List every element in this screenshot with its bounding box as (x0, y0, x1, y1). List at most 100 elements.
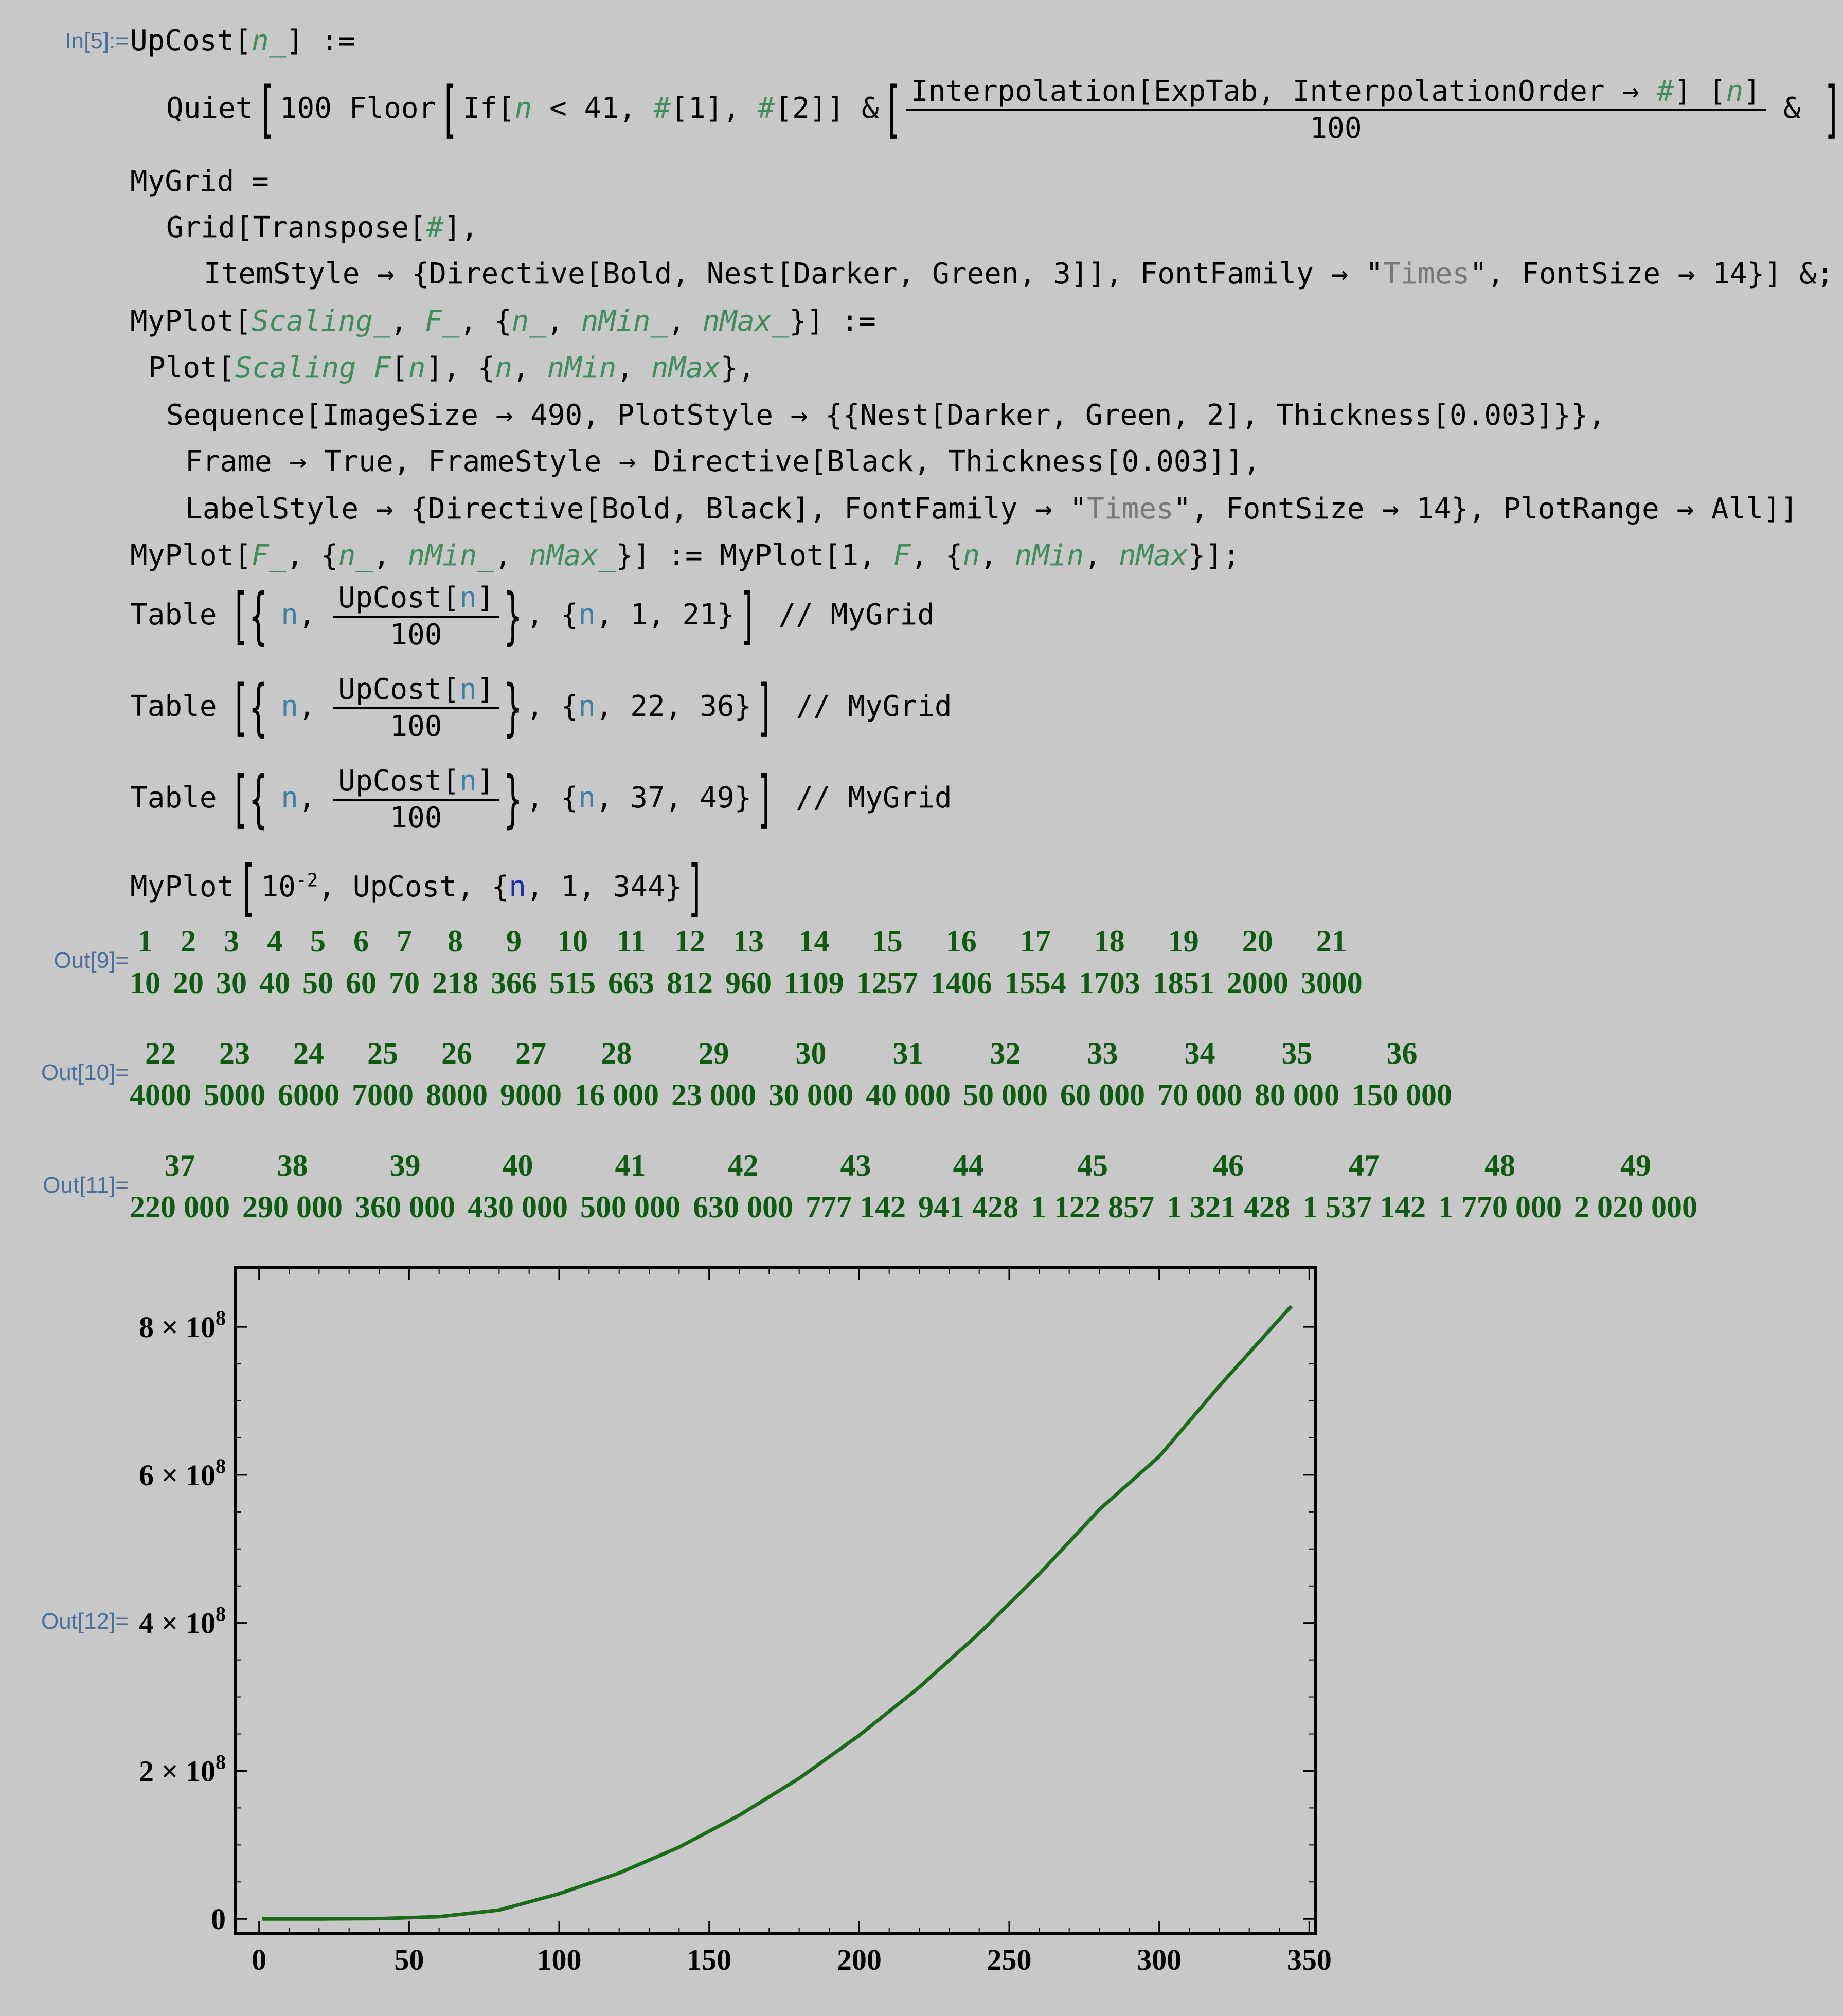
code-line-mygrid[interactable]: MyGrid = (130, 167, 269, 196)
grid-index-cell: 33 (1087, 1036, 1118, 1070)
y-tick-label: 6 × 108 (139, 1454, 226, 1492)
grid-value-cell: 2 020 000 (1574, 1190, 1697, 1224)
grid-value-cell: 1851 (1152, 966, 1214, 1000)
out9-label: Out[9]= (53, 948, 129, 973)
output-grid-2: 22 23 24 25 26 27 28 29 30 31 32 33 34 35 36 4000 5000 60… (123, 1033, 1458, 1116)
grid-value-cell: 290 000 (242, 1190, 343, 1224)
code-line-myplot-def[interactable]: MyPlot[Scaling_, F_, {n_, nMin_, nMax_}]… (130, 307, 876, 336)
grid-index-cell: 40 (502, 1148, 533, 1182)
code-line-labelstyle[interactable]: LabelStyle → {Directive[Bold, Black], Fo… (185, 495, 1798, 524)
plot-frame (234, 1266, 1317, 1935)
grid-value-cell: 430 000 (468, 1190, 568, 1224)
grid-index-cell: 23 (219, 1036, 250, 1070)
grid-value-cell: 1703 (1078, 966, 1140, 1000)
grid-value-cell: 812 (667, 966, 713, 1000)
grid-value-cell: 50 000 (963, 1078, 1048, 1112)
grid-value-cell: 630 000 (693, 1190, 793, 1224)
grid-value-cell: 23 000 (671, 1078, 756, 1112)
grid-index-cell: 24 (293, 1036, 324, 1070)
grid-value-cell: 150 000 (1352, 1078, 1452, 1112)
grid-value-cell: 40 000 (866, 1078, 951, 1112)
grid-value-cell: 50 (302, 966, 333, 1000)
grid-value-cell: 8000 (426, 1078, 488, 1112)
grid-index-cell: 27 (515, 1036, 546, 1070)
code-line-myplot-overload[interactable]: MyPlot[F_, {n_, nMin_, nMax_}] := MyPlot… (130, 542, 1240, 570)
x-tick-label: 100 (537, 1943, 582, 1976)
upcost-fraction: UpCost[n] 100 (333, 675, 499, 741)
grid-index-cell: 46 (1213, 1148, 1244, 1182)
grid-value-cell: 1257 (856, 966, 918, 1000)
code-line-itemstyle[interactable]: ItemStyle → {Directive[Bold, Nest[Darker… (204, 260, 1834, 289)
grid-value-cell: 40 (259, 966, 290, 1000)
grid-value-cell: 500 000 (580, 1190, 681, 1224)
code-line-table-2[interactable]: Table[{n, UpCost[n] 100}, {n, 22, 36}] //… (130, 675, 952, 741)
code-line-table-1[interactable]: Table[{n, UpCost[n] 100}, {n, 1, 21}] // … (130, 584, 935, 650)
y-tick-label: 2 × 108 (139, 1750, 226, 1788)
grid-index-cell: 29 (698, 1036, 729, 1070)
grid-value-cell: 366 (491, 966, 537, 1000)
grid-index-cell: 2 (181, 924, 196, 958)
grid-index-cell: 32 (990, 1036, 1021, 1070)
in5-label: In[5]:= (65, 28, 129, 53)
grid-index-cell: 42 (727, 1148, 759, 1182)
grid-value-cell: 70 000 (1157, 1078, 1242, 1112)
code-line-grid[interactable]: Grid[Transpose[#], (166, 213, 478, 242)
x-tick-label: 200 (837, 1943, 882, 1976)
out12-label: Out[12]= (41, 1609, 129, 1634)
code-line-plot[interactable]: Plot[Scaling F[n], {n, nMin, nMax}, (148, 354, 755, 383)
grid-index-cell: 48 (1484, 1148, 1515, 1182)
code-line-sequence[interactable]: Sequence[ImageSize → 490, PlotStyle → {{… (166, 401, 1605, 430)
grid-value-cell: 1406 (930, 966, 992, 1000)
grid-value-cell: 2000 (1226, 966, 1289, 1000)
grid-index-cell: 18 (1094, 924, 1125, 958)
grid-value-cell: 1 122 857 (1031, 1190, 1154, 1224)
code-line-table-3[interactable]: Table[{n, UpCost[n] 100}, {n, 37, 49}] //… (130, 767, 952, 833)
interpolation-fraction: Interpolation[ExpTab, InterpolationOrder… (905, 77, 1766, 143)
grid-index-cell: 11 (616, 924, 646, 958)
grid-index-cell: 4 (267, 924, 282, 958)
grid-index-cell: 37 (164, 1148, 195, 1182)
output-grid-3: 37 38 39 40 41 42 43 44 45 46 47 48 49 220 000 290 000… (123, 1145, 1704, 1228)
grid-index-cell: 7 (397, 924, 412, 958)
grid-value-cell: 5000 (204, 1078, 265, 1112)
grid-value-cell: 960 (725, 966, 772, 1000)
grid-index-cell: 26 (441, 1036, 472, 1070)
grid-index-cell: 20 (1242, 924, 1273, 958)
code-line-upcost-def[interactable]: UpCost[n_] := (130, 27, 355, 56)
grid-value-cell: 941 428 (918, 1190, 1018, 1224)
grid-index-cell: 8 (448, 924, 463, 958)
grid-value-cell: 1554 (1004, 966, 1066, 1000)
grid-value-cell: 220 000 (130, 1190, 230, 1224)
grid-index-cell: 35 (1281, 1036, 1313, 1070)
grid-index-cell: 22 (145, 1036, 176, 1070)
x-tick-label: 250 (987, 1943, 1032, 1976)
grid-value-cell: 663 (608, 966, 654, 1000)
grid-index-cell: 45 (1077, 1148, 1108, 1182)
grid-value-cell: 60 000 (1060, 1078, 1145, 1112)
grid-index-cell: 39 (389, 1148, 421, 1182)
code-line-quiet[interactable]: Quiet[100 Floor[If[n < 41, #[1], #[2]] &… (166, 77, 1843, 143)
x-tick-label: 150 (687, 1943, 731, 1976)
grid-index-cell: 30 (795, 1036, 827, 1070)
upcost-fraction: UpCost[n] 100 (333, 767, 499, 833)
upcost-plot: 0 50 100 150 200 250 300 350 0 2 × 108 4 × 108 6 × … (139, 1266, 1332, 1976)
grid-index-cell: 44 (953, 1148, 984, 1182)
grid-value-cell: 360 000 (355, 1190, 455, 1224)
grid-value-cell: 515 (549, 966, 596, 1000)
grid-value-cell: 60 (346, 966, 377, 1000)
grid-index-cell: 47 (1349, 1148, 1380, 1182)
code-line-myplot-call[interactable]: MyPlot[10-2, UpCost, {n, 1, 344}] (130, 858, 709, 920)
grid-value-cell: 9000 (500, 1078, 562, 1112)
grid-index-cell: 15 (871, 924, 903, 958)
x-tick-label: 0 (252, 1943, 266, 1976)
grid-index-cell: 12 (674, 924, 705, 958)
output-grid-1: 1 2 3 4 5 6 7 8 9 10 11 12 13 14 15 16 17 18 19 20 21 10 20 30 4… (123, 921, 1369, 1004)
grid-index-cell: 31 (892, 1036, 924, 1070)
grid-index-cell: 14 (798, 924, 830, 958)
x-tick-label: 300 (1137, 1943, 1182, 1976)
grid-index-cell: 38 (277, 1148, 308, 1182)
grid-value-cell: 30 000 (768, 1078, 853, 1112)
grid-index-cell: 17 (1019, 924, 1051, 958)
code-line-frame[interactable]: Frame → True, FrameStyle → Directive[Bla… (185, 447, 1260, 476)
grid-index-cell: 28 (601, 1036, 632, 1070)
